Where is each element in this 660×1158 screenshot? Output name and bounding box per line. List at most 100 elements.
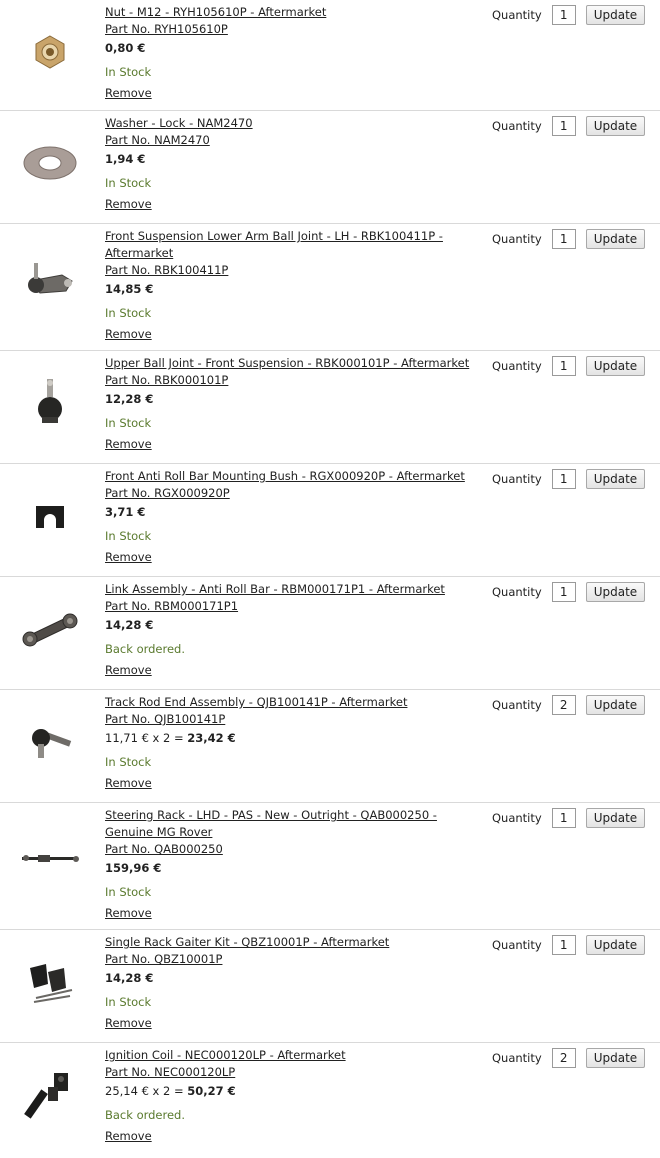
part-number-link[interactable]: Part No. RGX000920P	[105, 485, 475, 502]
remove-link[interactable]: Remove	[105, 326, 475, 343]
cart-item: Link Assembly - Anti Roll Bar - RBM00017…	[0, 577, 660, 690]
price-total: 159,96 €	[105, 861, 162, 875]
link-assembly-icon[interactable]	[10, 589, 90, 669]
remove-link[interactable]: Remove	[105, 549, 475, 566]
quantity-input[interactable]	[551, 808, 576, 828]
item-price: 25,14 € x 2 = 50,27 €	[105, 1083, 475, 1100]
part-number-link[interactable]: Part No. RYH105610P	[105, 21, 475, 38]
cart-item: Ignition Coil - NEC000120LP - Aftermarke…	[0, 1043, 660, 1158]
stock-status: In Stock	[105, 995, 152, 1009]
remove-link[interactable]: Remove	[105, 85, 475, 102]
price-calculation: 11,71 € x 2 =	[105, 731, 188, 745]
item-title-link[interactable]: Track Rod End Assembly - QJB100141P - Af…	[105, 694, 475, 711]
update-button[interactable]: Update	[585, 116, 646, 136]
quantity-label: Quantity	[492, 119, 542, 133]
stock-status: Back ordered.	[105, 1108, 186, 1122]
quantity-input[interactable]	[551, 935, 576, 955]
price-total: 23,42 €	[187, 731, 236, 745]
quantity-input[interactable]	[551, 356, 576, 376]
update-button[interactable]: Update	[585, 808, 646, 828]
item-title-link[interactable]: Front Anti Roll Bar Mounting Bush - RGX0…	[105, 468, 475, 485]
price-total: 14,85 €	[105, 282, 154, 296]
part-number-link[interactable]: Part No. QBZ10001P	[105, 951, 475, 968]
quantity-input[interactable]	[551, 1048, 576, 1068]
price-total: 3,71 €	[105, 505, 146, 519]
item-title-link[interactable]: Single Rack Gaiter Kit - QBZ10001P - Aft…	[105, 934, 475, 951]
remove-link[interactable]: Remove	[105, 775, 475, 792]
item-price: 14,85 €	[105, 281, 475, 298]
item-price: 3,71 €	[105, 504, 475, 521]
quantity-input[interactable]	[551, 5, 576, 25]
remove-link[interactable]: Remove	[105, 436, 475, 453]
stock-status: In Stock	[105, 416, 152, 430]
cart-item: Steering Rack - LHD - PAS - New - Outrig…	[0, 803, 660, 930]
gaiter-kit-icon[interactable]	[10, 942, 90, 1022]
quantity-input[interactable]	[551, 229, 576, 249]
update-button[interactable]: Update	[585, 356, 646, 376]
update-button[interactable]: Update	[585, 469, 646, 489]
stock-status: In Stock	[105, 529, 152, 543]
item-title-link[interactable]: Ignition Coil - NEC000120LP - Aftermarke…	[105, 1047, 475, 1064]
update-button[interactable]: Update	[585, 582, 646, 602]
item-title-link[interactable]: Nut - M12 - RYH105610P - Aftermarket	[105, 4, 475, 21]
part-number-link[interactable]: Part No. NEC000120LP	[105, 1064, 475, 1081]
bush-icon[interactable]	[10, 476, 90, 556]
item-title-link[interactable]: Front Suspension Lower Arm Ball Joint - …	[105, 228, 475, 262]
cart-item: Front Anti Roll Bar Mounting Bush - RGX0…	[0, 464, 660, 577]
part-number-link[interactable]: Part No. RBK100411P	[105, 262, 475, 279]
quantity-label: Quantity	[492, 8, 542, 22]
item-price: 12,28 €	[105, 391, 475, 408]
stock-status: In Stock	[105, 755, 152, 769]
stock-status: Back ordered.	[105, 642, 186, 656]
item-title-link[interactable]: Upper Ball Joint - Front Suspension - RB…	[105, 355, 475, 372]
ignition-coil-icon[interactable]	[10, 1055, 90, 1135]
part-number-link[interactable]: Part No. RBK000101P	[105, 372, 475, 389]
update-button[interactable]: Update	[585, 695, 646, 715]
quantity-label: Quantity	[492, 359, 542, 373]
update-button[interactable]: Update	[585, 229, 646, 249]
ball-joint-icon[interactable]	[10, 363, 90, 443]
item-price: 159,96 €	[105, 860, 475, 877]
quantity-input[interactable]	[551, 116, 576, 136]
remove-link[interactable]: Remove	[105, 905, 475, 922]
cart-item: Track Rod End Assembly - QJB100141P - Af…	[0, 690, 660, 803]
ball-joint-arm-icon[interactable]	[10, 240, 90, 320]
item-price: 14,28 €	[105, 970, 475, 987]
track-rod-end-icon[interactable]	[10, 702, 90, 782]
price-total: 50,27 €	[187, 1084, 236, 1098]
cart-item: Nut - M12 - RYH105610P - Aftermarket Par…	[0, 0, 660, 111]
update-button[interactable]: Update	[585, 935, 646, 955]
part-number-link[interactable]: Part No. QAB000250	[105, 841, 475, 858]
stock-status: In Stock	[105, 885, 152, 899]
item-title-link[interactable]: Washer - Lock - NAM2470	[105, 115, 475, 132]
item-price: 14,28 €	[105, 617, 475, 634]
steering-rack-icon[interactable]	[10, 819, 90, 899]
price-total: 1,94 €	[105, 152, 146, 166]
remove-link[interactable]: Remove	[105, 662, 475, 679]
nut-icon[interactable]	[10, 12, 90, 92]
washer-icon[interactable]	[10, 123, 90, 203]
quantity-label: Quantity	[492, 232, 542, 246]
price-total: 14,28 €	[105, 618, 154, 632]
remove-link[interactable]: Remove	[105, 196, 475, 213]
remove-link[interactable]: Remove	[105, 1015, 475, 1032]
item-title-link[interactable]: Steering Rack - LHD - PAS - New - Outrig…	[105, 807, 475, 841]
quantity-input[interactable]	[551, 582, 576, 602]
update-button[interactable]: Update	[585, 1048, 646, 1068]
part-number-link[interactable]: Part No. NAM2470	[105, 132, 475, 149]
quantity-label: Quantity	[492, 698, 542, 712]
cart-list: Nut - M12 - RYH105610P - Aftermarket Par…	[0, 0, 660, 1158]
stock-status: In Stock	[105, 306, 152, 320]
quantity-label: Quantity	[492, 585, 542, 599]
stock-status: In Stock	[105, 176, 152, 190]
item-title-link[interactable]: Link Assembly - Anti Roll Bar - RBM00017…	[105, 581, 475, 598]
quantity-label: Quantity	[492, 938, 542, 952]
quantity-input[interactable]	[551, 469, 576, 489]
quantity-input[interactable]	[551, 695, 576, 715]
part-number-link[interactable]: Part No. RBM000171P1	[105, 598, 475, 615]
remove-link[interactable]: Remove	[105, 1128, 475, 1145]
update-button[interactable]: Update	[585, 5, 646, 25]
cart-item: Washer - Lock - NAM2470 Part No. NAM2470…	[0, 111, 660, 224]
quantity-label: Quantity	[492, 472, 542, 486]
part-number-link[interactable]: Part No. QJB100141P	[105, 711, 475, 728]
